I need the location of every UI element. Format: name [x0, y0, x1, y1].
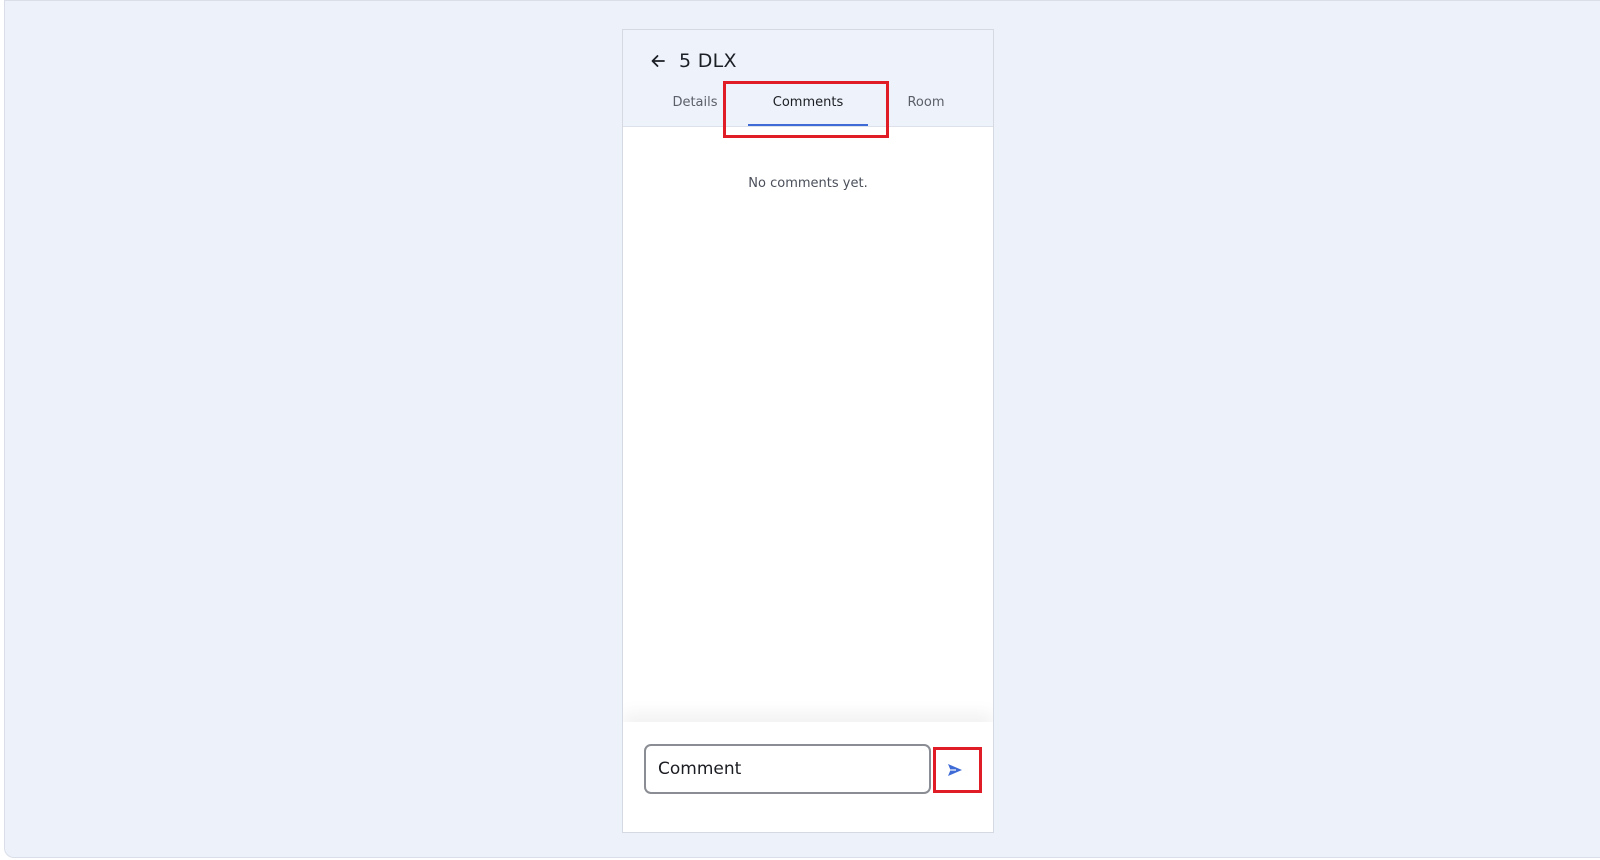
active-tab-indicator [748, 124, 868, 126]
page-title: 5 DLX [679, 50, 737, 72]
tab-comments-label: Comments [772, 95, 844, 110]
comment-composer [623, 722, 993, 832]
tab-details[interactable]: Details [645, 92, 745, 126]
comment-input[interactable] [644, 744, 931, 794]
tab-comments[interactable]: Comments [748, 92, 868, 126]
panel-header: 5 DLX Details Comments Room [623, 30, 993, 138]
tab-room-label: Room [907, 95, 945, 110]
send-button[interactable] [938, 753, 972, 787]
arrow-left-icon [651, 55, 665, 67]
empty-comments-message: No comments yet. [748, 176, 868, 191]
tab-details-label: Details [672, 95, 718, 110]
back-button[interactable] [645, 48, 671, 74]
room-detail-panel: 5 DLX Details Comments Room No comments … [622, 29, 994, 833]
send-icon [948, 764, 962, 776]
tab-room[interactable]: Room [876, 92, 976, 126]
app-background: 5 DLX Details Comments Room No comments … [4, 0, 1600, 858]
